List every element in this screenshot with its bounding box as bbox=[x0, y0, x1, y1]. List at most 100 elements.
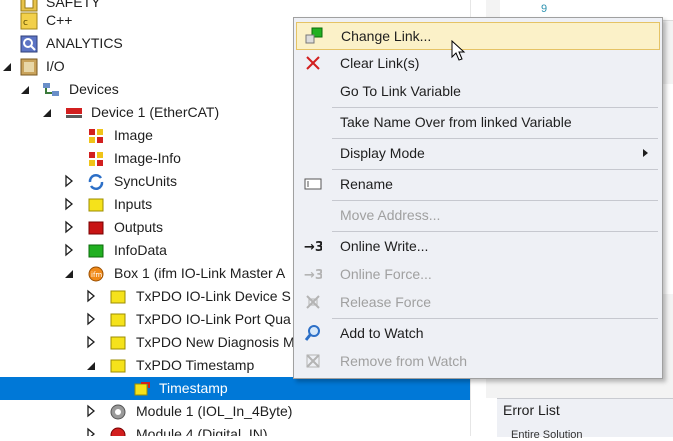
io-icon bbox=[20, 58, 38, 76]
menu-separator bbox=[332, 200, 658, 201]
menu-item-take-name-over[interactable]: Take Name Over from linked Variable bbox=[296, 109, 660, 135]
menu-item-online-write[interactable]: →3 Online Write... bbox=[296, 233, 660, 259]
menu-item-label: Add to Watch bbox=[340, 325, 424, 341]
svg-text:ifm: ifm bbox=[91, 271, 102, 279]
menu-item-label: Release Force bbox=[340, 294, 432, 310]
release-force-icon bbox=[304, 293, 322, 311]
expanded-arrow-icon[interactable] bbox=[42, 105, 52, 119]
svg-text:→3: →3 bbox=[304, 240, 322, 255]
menu-item-label: Clear Link(s) bbox=[340, 55, 420, 71]
menu-item-label: Remove from Watch bbox=[340, 353, 468, 369]
tree-item-label: I/O bbox=[46, 58, 65, 74]
expanded-arrow-icon[interactable] bbox=[20, 82, 30, 96]
expanded-arrow-icon[interactable] bbox=[86, 358, 96, 372]
menu-item-label: Go To Link Variable bbox=[340, 83, 461, 99]
menu-item-label: Take Name Over from linked Variable bbox=[340, 114, 572, 130]
menu-separator bbox=[332, 169, 658, 170]
menu-separator bbox=[332, 231, 658, 232]
add-watch-icon bbox=[304, 324, 322, 342]
svg-text:→3: →3 bbox=[304, 268, 322, 283]
menu-item-change-link[interactable]: Change Link... bbox=[296, 22, 660, 50]
remove-watch-icon bbox=[304, 352, 322, 370]
tree-item-label: TxPDO IO-Link Device S bbox=[136, 288, 291, 304]
collapsed-arrow-icon[interactable] bbox=[86, 312, 96, 326]
tree-item-label: Module 1 (IOL_In_4Byte) bbox=[136, 403, 293, 419]
menu-item-label: Move Address... bbox=[340, 207, 441, 223]
menu-item-display-mode[interactable]: Display Mode bbox=[296, 140, 660, 166]
tree-item-label: TxPDO New Diagnosis M bbox=[136, 334, 295, 350]
syncunits-icon bbox=[87, 173, 105, 191]
tree-item-module-4[interactable]: Module 4 (Digital_IN) bbox=[0, 423, 470, 436]
tree-item-label: Outputs bbox=[114, 219, 164, 235]
tree-item-label: Inputs bbox=[114, 196, 153, 212]
collapsed-arrow-icon[interactable] bbox=[86, 427, 96, 436]
tree-item-label: Module 4 (Digital_IN) bbox=[136, 426, 268, 436]
variable-linked-icon bbox=[133, 380, 151, 398]
collapsed-arrow-icon[interactable] bbox=[86, 289, 96, 303]
module-icon bbox=[109, 403, 127, 421]
devices-icon bbox=[42, 81, 60, 99]
online-write-icon: →3 bbox=[304, 237, 322, 255]
collapsed-arrow-icon[interactable] bbox=[64, 243, 74, 257]
error-list-title[interactable]: Error List bbox=[503, 402, 560, 418]
tree-item-label: TxPDO IO-Link Port Qua bbox=[136, 311, 291, 327]
collapsed-arrow-icon[interactable] bbox=[64, 220, 74, 234]
box-icon: ifm bbox=[87, 265, 105, 283]
change-link-icon bbox=[305, 27, 323, 45]
analytics-icon bbox=[20, 35, 38, 53]
infodata-icon bbox=[87, 242, 105, 260]
tree-item-label: Timestamp bbox=[159, 380, 228, 396]
collapsed-arrow-icon[interactable] bbox=[86, 335, 96, 349]
error-list-panel[interactable]: Error List Entire Solution bbox=[497, 398, 673, 441]
menu-item-online-force[interactable]: →3 Online Force... bbox=[296, 261, 660, 287]
menu-separator bbox=[332, 138, 658, 139]
tree-item-label: TxPDO Timestamp bbox=[136, 357, 255, 373]
error-list-scope[interactable]: Entire Solution bbox=[511, 429, 583, 441]
svg-text:c: c bbox=[23, 18, 28, 28]
menu-item-add-to-watch[interactable]: Add to Watch bbox=[296, 320, 660, 346]
menu-item-label: Online Write... bbox=[340, 238, 429, 254]
pdo-icon bbox=[109, 288, 127, 306]
menu-item-remove-from-watch[interactable]: Remove from Watch bbox=[296, 348, 660, 374]
context-menu: Change Link... Clear Link(s) Go To Link … bbox=[293, 17, 663, 379]
pdo-icon bbox=[109, 311, 127, 329]
tree-item-module-1[interactable]: Module 1 (IOL_In_4Byte) bbox=[0, 400, 470, 423]
tree-item-label: Devices bbox=[69, 81, 119, 97]
pdo-icon bbox=[109, 334, 127, 352]
rename-icon bbox=[304, 175, 322, 193]
mouse-cursor-icon bbox=[451, 39, 467, 62]
cpp-icon: c bbox=[20, 12, 38, 30]
tree-item-label: InfoData bbox=[114, 242, 167, 258]
tree-item-label: C++ bbox=[46, 12, 73, 28]
collapsed-arrow-icon[interactable] bbox=[86, 404, 96, 418]
ethercat-device-icon bbox=[65, 104, 83, 122]
tree-item-label: Image bbox=[114, 127, 153, 143]
menu-item-clear-links[interactable]: Clear Link(s) bbox=[296, 50, 660, 76]
menu-item-move-address[interactable]: Move Address... bbox=[296, 202, 660, 228]
tree-item-label: ANALYTICS bbox=[46, 35, 123, 51]
image-icon bbox=[87, 127, 105, 145]
tree-item-label: Image-Info bbox=[114, 150, 181, 166]
menu-item-go-to-link-variable[interactable]: Go To Link Variable bbox=[296, 78, 660, 104]
menu-item-label: Online Force... bbox=[340, 266, 432, 282]
module-digital-icon bbox=[109, 426, 127, 436]
menu-item-release-force[interactable]: Release Force bbox=[296, 289, 660, 315]
clear-link-icon bbox=[304, 54, 322, 72]
expanded-arrow-icon[interactable] bbox=[64, 266, 74, 280]
menu-item-label: Change Link... bbox=[341, 28, 432, 44]
tree-item-timestamp[interactable]: Timestamp bbox=[0, 377, 470, 400]
pdo-icon bbox=[109, 357, 127, 375]
collapsed-arrow-icon[interactable] bbox=[64, 197, 74, 211]
online-force-icon: →3 bbox=[304, 265, 322, 283]
submenu-arrow-icon bbox=[643, 149, 648, 157]
expanded-arrow-icon[interactable] bbox=[2, 59, 12, 73]
menu-item-rename[interactable]: Rename bbox=[296, 171, 660, 197]
collapsed-arrow-icon[interactable] bbox=[64, 174, 74, 188]
tree-item-label: SyncUnits bbox=[114, 173, 178, 189]
menu-separator bbox=[332, 107, 658, 108]
menu-separator bbox=[332, 318, 658, 319]
image-info-icon bbox=[87, 150, 105, 168]
line-number: 9 bbox=[541, 3, 548, 15]
menu-item-label: Rename bbox=[340, 176, 393, 192]
inputs-icon bbox=[87, 196, 105, 214]
